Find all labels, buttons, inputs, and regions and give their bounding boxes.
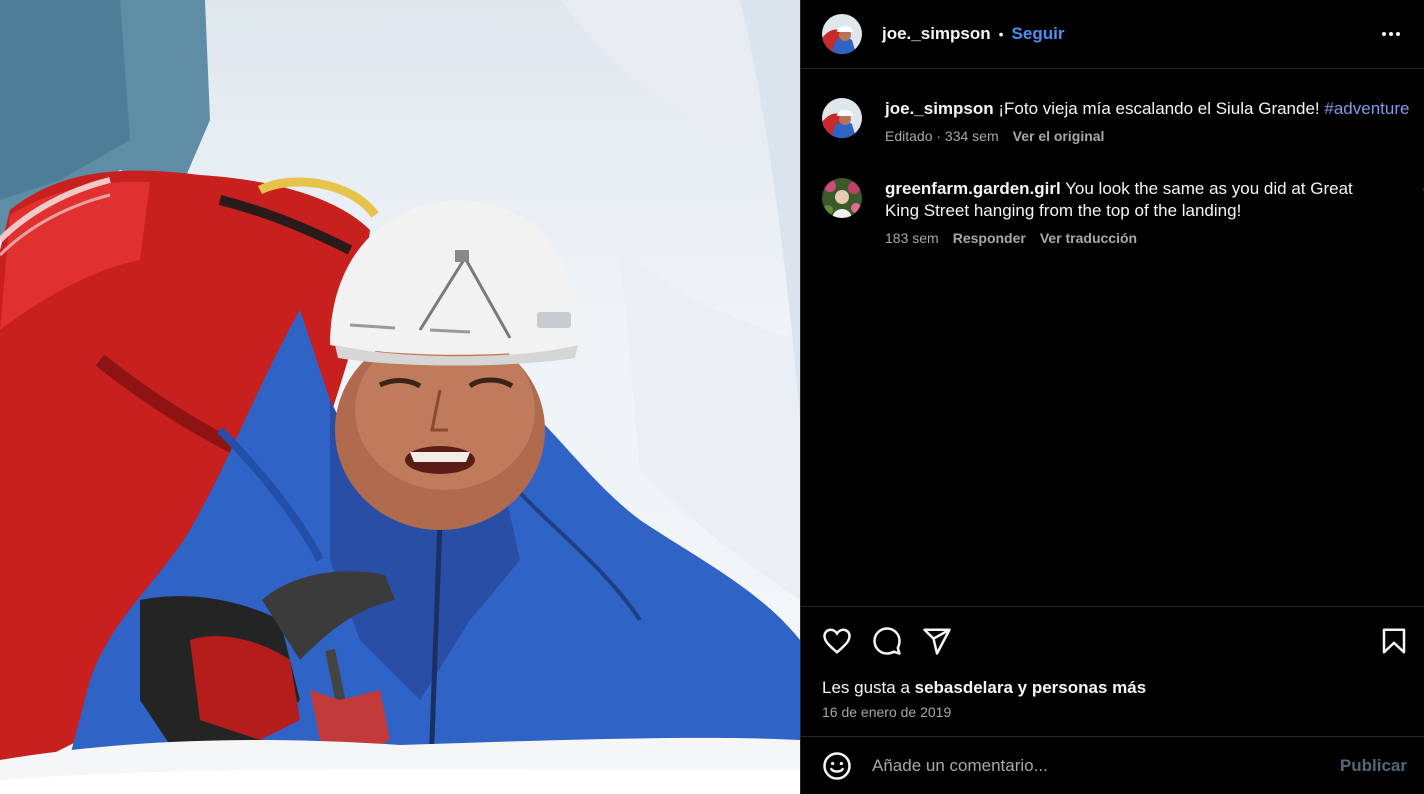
caption-username[interactable]: joe._simpson xyxy=(885,99,994,118)
share-icon[interactable] xyxy=(922,626,952,656)
emoji-icon[interactable] xyxy=(822,751,852,781)
follow-button[interactable]: Seguir xyxy=(1012,24,1065,44)
more-options-icon[interactable] xyxy=(1379,22,1403,46)
author-username[interactable]: joe._simpson xyxy=(882,24,991,44)
post-details-panel: joe._simpson • Seguir joe._simpson ¡Foto xyxy=(800,0,1424,794)
comment-time: 183 sem xyxy=(885,230,939,246)
caption-hashtag[interactable]: #adventure xyxy=(1324,99,1409,118)
heart-icon[interactable] xyxy=(822,626,852,656)
edited-label: Editado · 334 sem xyxy=(885,128,999,144)
reply-button[interactable]: Responder xyxy=(953,230,1026,246)
post-photo xyxy=(0,0,800,794)
caption-text: joe._simpson ¡Foto vieja mía escalando e… xyxy=(885,98,1424,120)
likes-user[interactable]: sebasdelara xyxy=(915,678,1013,697)
caption-body: ¡Foto vieja mía escalando el Siula Grand… xyxy=(993,99,1325,118)
comments-section: joe._simpson ¡Foto vieja mía escalando e… xyxy=(801,70,1424,606)
likes-summary[interactable]: Les gusta a sebasdelara y personas más xyxy=(822,678,1146,698)
commenter-avatar[interactable] xyxy=(822,178,862,218)
caption-meta: Editado · 334 sem Ver el original xyxy=(885,128,1424,144)
translate-button[interactable]: Ver traducción xyxy=(1040,230,1137,246)
comment-text: greenfarm.garden.girl You look the same … xyxy=(885,178,1365,222)
post-actions: Les gusta a sebasdelara y personas más 1… xyxy=(801,606,1424,736)
comment-item: greenfarm.garden.girl You look the same … xyxy=(822,178,1424,246)
caption: joe._simpson ¡Foto vieja mía escalando e… xyxy=(822,98,1424,144)
bookmark-icon[interactable] xyxy=(1379,626,1409,656)
author-avatar[interactable] xyxy=(822,14,862,54)
post-date: 16 de enero de 2019 xyxy=(822,704,952,720)
commenter-username[interactable]: greenfarm.garden.girl xyxy=(885,179,1061,198)
post-header: joe._simpson • Seguir xyxy=(801,0,1424,69)
comment-meta: 183 sem Responder Ver traducción xyxy=(885,230,1365,246)
comment-input[interactable] xyxy=(872,755,1312,776)
climber-illustration xyxy=(0,0,800,794)
likes-suffix[interactable]: y personas más xyxy=(1013,678,1147,697)
separator-dot: • xyxy=(998,26,1004,42)
caption-author-avatar[interactable] xyxy=(822,98,862,138)
see-original-link[interactable]: Ver el original xyxy=(1013,128,1105,144)
comment-composer: Publicar xyxy=(801,736,1424,794)
comment-icon[interactable] xyxy=(872,626,902,656)
publish-button[interactable]: Publicar xyxy=(1340,756,1407,776)
likes-prefix: Les gusta a xyxy=(822,678,915,697)
